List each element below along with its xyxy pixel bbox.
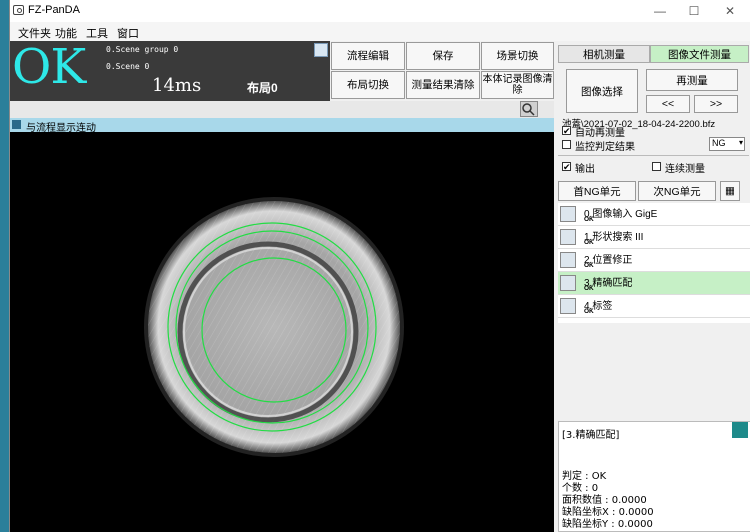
monitor-result-label: 监控判定结果 [575,142,635,153]
camera-app-icon [13,5,24,15]
menu-window[interactable]: 窗口 [117,25,139,41]
unit-row[interactable]: 2.位置修正 OK [558,249,750,272]
unit-status: OK [584,262,594,269]
select-image-button[interactable]: 图像选择 [566,69,638,113]
scene-name: 0.Scene 0 [106,62,150,71]
close-button[interactable]: ✕ [716,3,744,19]
monitor-result-select[interactable]: NG ▾ [709,137,745,151]
unit-status: OK [584,216,594,223]
user-icon[interactable] [314,43,328,57]
unit-settings-icon[interactable]: ▦ [720,181,740,201]
precise-match-icon [560,275,576,291]
detail-panel: [3.精确匹配] 判定 : OK 个数 : 0 面积数值 : 0.0000 缺陷… [558,421,750,532]
menu-tools[interactable]: 工具 [86,25,108,41]
title-bar: FZ-PanDA — ☐ ✕ [10,0,750,22]
unit-row[interactable]: 1.形状搜索 III OK [558,226,750,249]
maximize-button[interactable]: ☐ [680,3,708,19]
output-label: 输出 [575,164,595,175]
desktop-edge [0,0,9,532]
scene-switch-button[interactable]: 场景切换 [481,42,554,70]
menu-bar: 文件夹 功能 工具 窗口 [10,22,750,41]
unit-status: OK [584,285,594,292]
save-button[interactable]: 保存 [406,42,480,70]
monitor-result-value: NG [712,138,726,148]
tab-image-file-measure[interactable]: 图像文件测量 [650,45,749,63]
zoom-icon[interactable] [520,101,538,117]
unit-row-selected[interactable]: 3.精确匹配 OK [558,272,750,295]
divider [558,155,749,156]
flow-sync-icon[interactable] [12,120,21,129]
flow-edit-button[interactable]: 流程编辑 [331,42,405,70]
chevron-down-icon: ▾ [738,138,743,147]
unit-title: 0.图像输入 GigE [584,209,658,220]
processing-time: 14ms [152,75,202,96]
remeasure-button[interactable]: 再测量 [646,69,738,91]
image-toolbar [10,101,554,118]
detail-toggle-icon[interactable] [732,422,748,438]
tab-camera-measure[interactable]: 相机测量 [558,45,650,63]
workpiece-image [144,197,404,457]
detail-header: [3.精确匹配] [562,430,620,441]
app-window: FZ-PanDA — ☐ ✕ 文件夹 功能 工具 窗口 OK 0.Scene g… [9,0,750,532]
right-panel: 相机测量 图像文件测量 图像选择 再测量 << >> 池蓋\2021-07-02… [556,41,750,532]
next-ng-button[interactable]: 次NG单元 [638,181,716,201]
auto-remeasure-checkbox[interactable]: ✔ [562,126,571,136]
shape-search-icon [560,229,576,245]
layout-switch-button[interactable]: 布局切换 [331,71,405,99]
clear-images-button[interactable]: 本体记录图像清除 [481,71,554,99]
layout-label: 布局0 [247,81,278,95]
unit-list: 0.图像输入 GigE OK 1.形状搜索 III OK 2.位置修正 OK 3… [558,203,750,323]
scene-group: 0.Scene group 0 [106,45,179,54]
prev-image-button[interactable]: << [646,95,690,113]
unit-row[interactable]: 4.标签 OK [558,295,750,318]
continuous-checkbox[interactable] [652,162,661,171]
monitor-result-checkbox[interactable] [562,140,571,149]
unit-status: OK [584,239,594,246]
first-ng-button[interactable]: 首NG单元 [558,181,636,201]
position-correct-icon [560,252,576,268]
status-panel: OK 0.Scene group 0 0.Scene 0 14ms 布局0 [10,39,330,101]
inspection-image[interactable] [10,132,554,532]
auto-remeasure-label: 自动再测量 [575,128,625,139]
label-icon [560,298,576,314]
camera-icon [560,206,576,222]
flow-sync-bar: 与流程显示连动 [10,118,554,134]
output-checkbox[interactable]: ✔ [562,162,571,172]
detail-defect-y: 缺陷坐标Y : 0.0000 [562,519,653,530]
minimize-button[interactable]: — [646,3,674,19]
continuous-label: 连续测量 [665,164,705,175]
unit-status: OK [584,308,594,315]
next-image-button[interactable]: >> [694,95,738,113]
unit-row[interactable]: 0.图像输入 GigE OK [558,203,750,226]
clear-results-button[interactable]: 测量结果清除 [406,71,480,99]
judgement-result: OK [12,39,86,95]
window-title: FZ-PanDA [28,4,80,16]
